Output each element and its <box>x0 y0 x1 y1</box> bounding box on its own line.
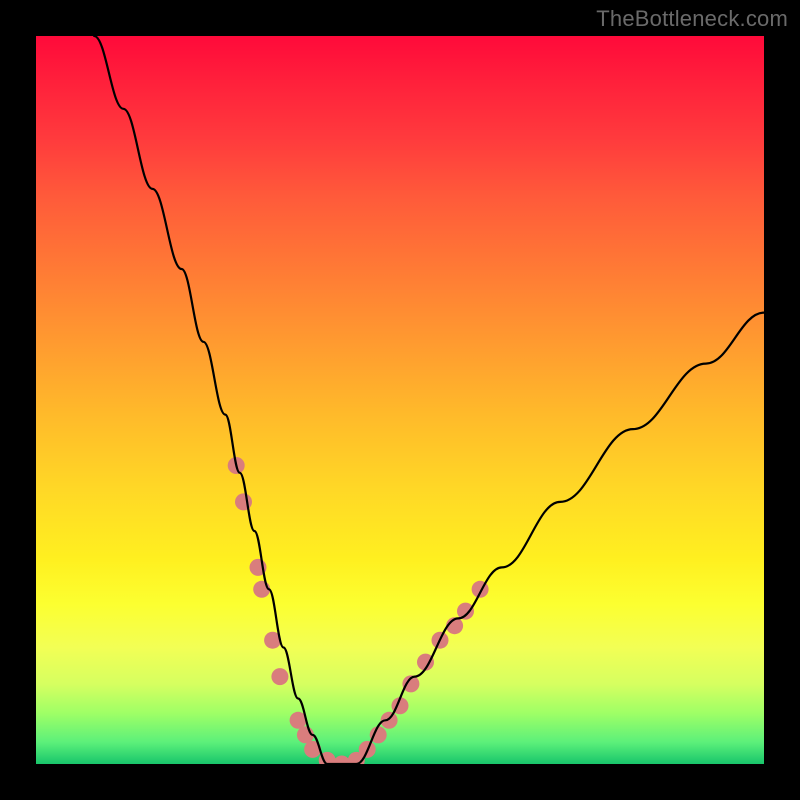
watermark-text: TheBottleneck.com <box>596 6 788 32</box>
highlight-beads-group <box>228 457 489 764</box>
chart-frame: TheBottleneck.com <box>0 0 800 800</box>
highlight-bead <box>271 668 288 685</box>
highlight-bead <box>235 493 252 510</box>
highlight-bead <box>457 603 474 620</box>
plot-area <box>36 36 764 764</box>
curve-layer <box>36 36 764 764</box>
highlight-bead <box>333 756 350 765</box>
